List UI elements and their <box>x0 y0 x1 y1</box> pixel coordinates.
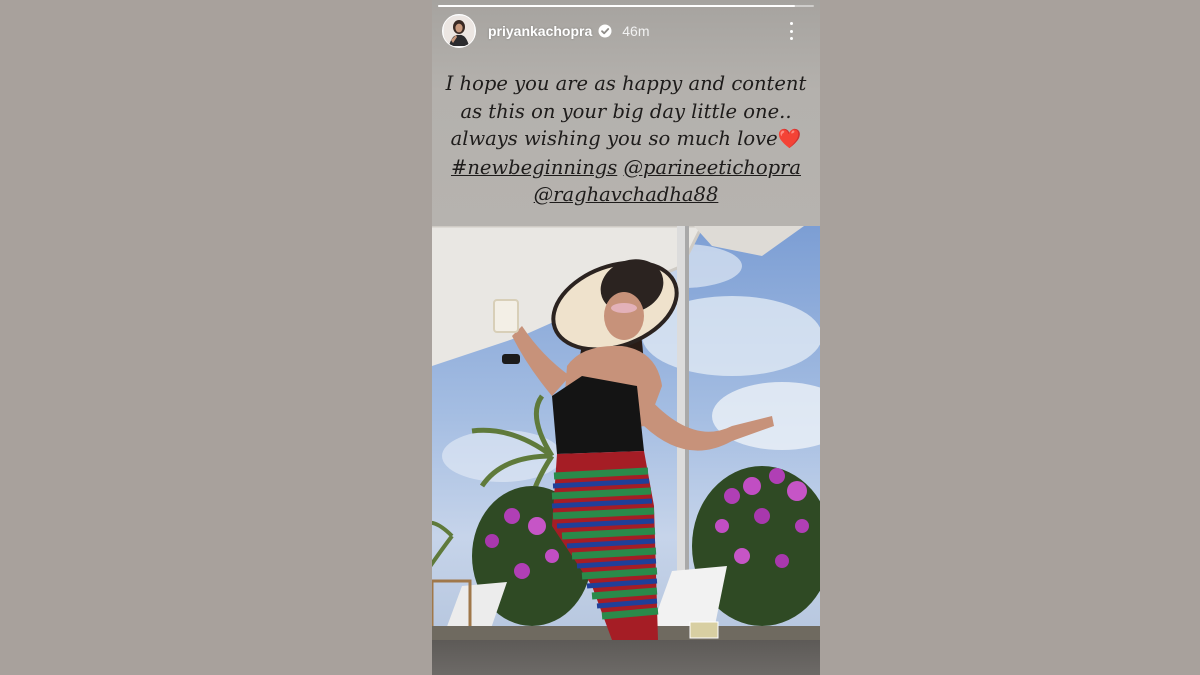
caption-line: as this on your big day little one.. <box>460 99 792 123</box>
story-header: priyankachopra 46m <box>442 14 810 48</box>
story-progress-fill <box>438 5 796 7</box>
red-heart-emoji: ❤️ <box>777 128 802 150</box>
more-options-icon[interactable] <box>786 22 796 40</box>
caption-line: I hope you are as happy and content <box>445 72 807 95</box>
verified-badge-icon <box>598 24 612 38</box>
caption-tags-line: #newbeginnings @parineetichopra <box>444 154 808 182</box>
mention-link[interactable]: @raghavchadha88 <box>534 183 719 206</box>
story-bottom-bar <box>432 640 820 675</box>
caption-line-with-heart: always wishing you so much love❤️ <box>444 125 808 154</box>
hashtag-link[interactable]: #newbeginnings <box>451 156 617 179</box>
story-caption: I hope you are as happy and content as t… <box>444 70 808 209</box>
username[interactable]: priyankachopra <box>488 23 592 39</box>
avatar-portrait-icon <box>444 16 474 46</box>
caption-line: always wishing you so much love <box>450 127 778 150</box>
mention-link[interactable]: @parineetichopra <box>623 156 801 179</box>
story-viewer[interactable]: priyankachopra 46m I hope you are as hap… <box>432 0 820 675</box>
story-timestamp: 46m <box>622 23 650 39</box>
story-photo-illustration <box>432 226 820 640</box>
caption-mention-line: @raghavchadha88 <box>444 181 808 209</box>
story-photo <box>432 226 820 640</box>
avatar[interactable] <box>442 14 476 48</box>
story-progress-bar <box>438 5 814 7</box>
